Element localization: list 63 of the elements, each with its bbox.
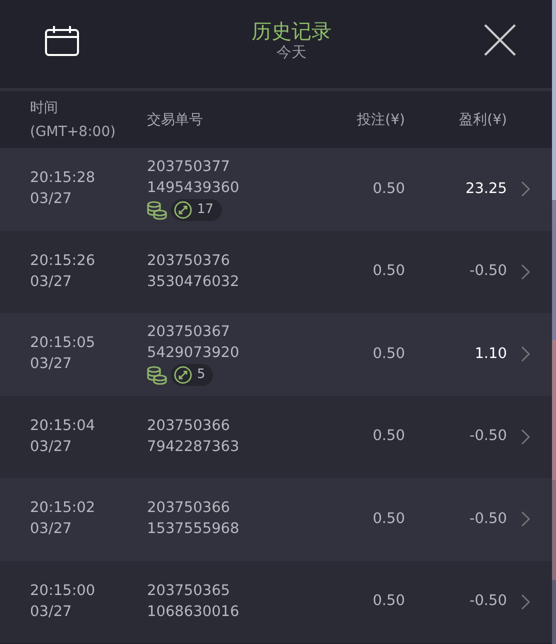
profit-amount: -0.50 (469, 427, 507, 446)
column-header: 盈利(¥) (459, 110, 507, 130)
stake-amount: 0.50 (372, 262, 405, 282)
order-number: 5429073920 (147, 344, 240, 364)
profit-amount: 1.10 (474, 344, 507, 364)
date-text: 03/27 (30, 355, 73, 374)
header-title: 历史记录 (252, 19, 332, 43)
time-text: 20:15:05 (30, 334, 96, 354)
order-number: 203750377 (147, 158, 232, 178)
order-number: 3530476032 (147, 272, 240, 292)
time-text: 20:15:28 (30, 169, 96, 188)
profit-amount: -0.50 (469, 510, 507, 529)
column-subheader: (GMT+8:00) (30, 122, 117, 142)
history-row[interactable]: 20:15:00 03/27 203750365 1068630016 0.50 -0.50 (0, 560, 552, 643)
profit-amount: -0.50 (469, 592, 507, 612)
order-number: 1495439360 (147, 179, 240, 198)
order-number: 203750366 (147, 416, 232, 436)
order-number: 203750365 (147, 582, 232, 601)
bonus-count: 5 (197, 366, 206, 384)
expand-arrows-icon (174, 201, 192, 220)
history-row[interactable]: 20:15:28 03/27 203750377 1495439360 17 0.50 23.25 (0, 148, 552, 230)
chevron-right-icon[interactable] (521, 346, 530, 362)
order-number: 203750366 (147, 499, 232, 518)
column-header: 交易单号 (147, 110, 204, 130)
calendar-icon[interactable] (45, 26, 79, 56)
time-text: 20:15:26 (30, 252, 96, 271)
stake-amount: 0.50 (372, 427, 405, 446)
bonus-count: 17 (197, 201, 214, 220)
expand-arrows-icon (174, 366, 192, 384)
profit-amount: -0.50 (469, 262, 507, 282)
order-number: 203750376 (147, 252, 232, 271)
chevron-right-icon[interactable] (521, 594, 530, 610)
date-text: 03/27 (30, 438, 73, 457)
order-number: 1068630016 (147, 602, 240, 622)
history-row[interactable]: 20:15:04 03/27 203750366 7942287363 0.50 -0.50 (0, 396, 552, 478)
header-subtitle: 今天 (276, 43, 306, 61)
stake-amount: 0.50 (372, 344, 405, 364)
column-header: 时间 (30, 98, 59, 118)
history-row[interactable]: 20:15:26 03/27 203750376 3530476032 0.50 -0.50 (0, 230, 552, 313)
date-text: 03/27 (30, 602, 73, 622)
time-text: 20:15:02 (30, 499, 96, 518)
time-text: 20:15:00 (30, 582, 96, 601)
coins-icon (147, 200, 167, 220)
chevron-right-icon[interactable] (521, 181, 530, 198)
date-text: 03/27 (30, 272, 73, 292)
history-row[interactable]: 20:15:05 03/27 203750367 5429073920 5 0.50 1.10 (0, 313, 552, 396)
order-number: 1537555968 (147, 520, 240, 540)
profit-amount: 23.25 (465, 180, 507, 199)
close-icon[interactable] (484, 24, 516, 56)
order-number: 7942287363 (147, 438, 240, 457)
stake-amount: 0.50 (372, 592, 405, 612)
coins-icon (147, 366, 167, 385)
date-text: 03/27 (30, 520, 73, 540)
column-header: 投注(¥) (357, 110, 405, 130)
date-text: 03/27 (30, 190, 73, 210)
chevron-right-icon[interactable] (521, 511, 530, 528)
stake-amount: 0.50 (372, 180, 405, 199)
chevron-right-icon[interactable] (521, 428, 530, 445)
history-row[interactable]: 20:15:02 03/27 203750366 1537555968 0.50 -0.50 (0, 478, 552, 560)
chevron-right-icon[interactable] (521, 264, 530, 280)
time-text: 20:15:04 (30, 416, 96, 436)
order-number: 203750367 (147, 323, 232, 342)
stake-amount: 0.50 (372, 510, 405, 529)
